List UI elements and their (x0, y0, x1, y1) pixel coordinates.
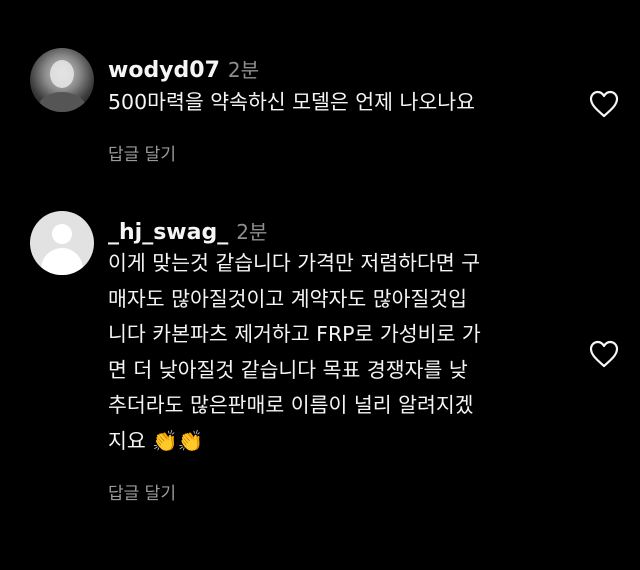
comment-line: 추더라도 많은판매로 이름이 널리 알려지겠 (108, 393, 474, 417)
reply-button[interactable]: 답글 달기 (108, 479, 176, 504)
comment-line: 니다 카본파츠 제거하고 FRP로 가성비로 가 (108, 322, 481, 346)
comment-item: _hj_swag_ 2분 이게 맞는것 같습니다 가격만 저렴하다면 구 매자도… (0, 0, 640, 570)
comment-line-last: 지요 👏👏 (108, 424, 578, 460)
comment-line-text: 지요 (108, 428, 146, 453)
comment-line: 매자도 많아질것이고 계약자도 많아질것입 (108, 286, 468, 311)
comment-line: 면 더 낮아질것 같습니다 목표 경쟁자를 낮 (108, 357, 468, 382)
avatar[interactable] (30, 211, 94, 275)
comment-line: 이게 맞는것 같습니다 가격만 저렴하다면 구 (108, 251, 481, 275)
username[interactable]: _hj_swag_ (108, 220, 228, 245)
default-profile-body (41, 248, 83, 275)
comment-header: _hj_swag_ 2분 (108, 216, 267, 246)
comment-text: 이게 맞는것 같습니다 가격만 저렴하다면 구 매자도 많아질것이고 계약자도 … (108, 246, 578, 459)
heart-icon[interactable] (589, 340, 619, 368)
default-profile-icon (52, 224, 72, 244)
clapping-hands-emoji: 👏👏 (152, 428, 204, 453)
timestamp: 2분 (236, 220, 268, 244)
